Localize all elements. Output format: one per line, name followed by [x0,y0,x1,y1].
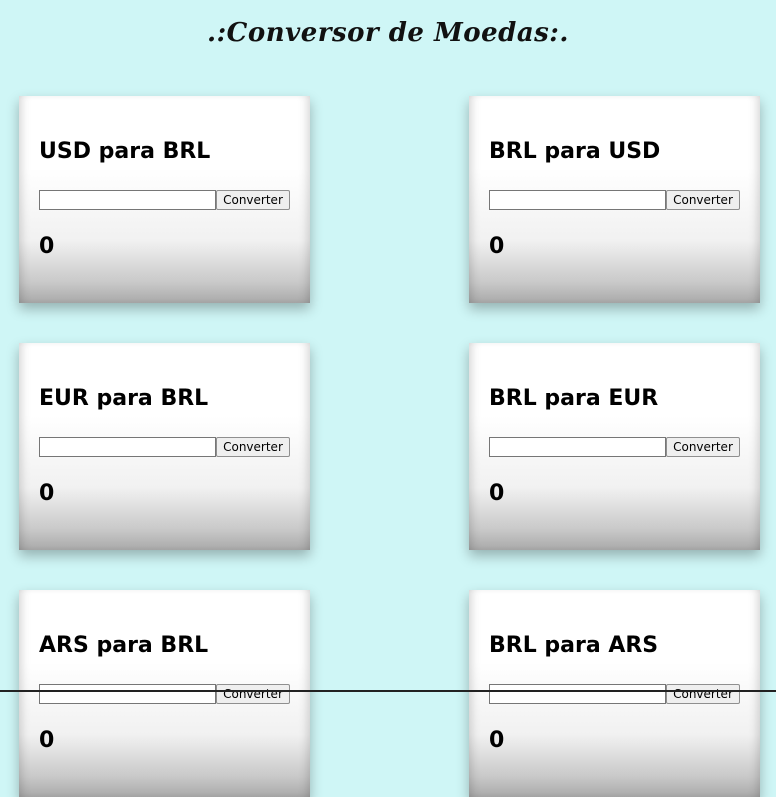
convert-button[interactable]: Converter [666,684,740,704]
converter-card-brl-ars: BRL para ARS Converter 0 [469,590,760,797]
converter-card-eur-brl: EUR para BRL Converter 0 [19,343,310,550]
conversion-result: 0 [489,234,505,259]
card-title: ARS para BRL [39,633,209,658]
conversion-result: 0 [39,481,55,506]
amount-input[interactable] [39,190,216,210]
amount-input[interactable] [489,684,666,704]
amount-input[interactable] [39,437,216,457]
amount-input[interactable] [489,190,666,210]
conversion-result: 0 [489,481,505,506]
convert-button[interactable]: Converter [216,190,290,210]
conversion-result: 0 [39,728,55,753]
converter-card-usd-brl: USD para BRL Converter 0 [19,96,310,303]
converter-card-brl-usd: BRL para USD Converter 0 [469,96,760,303]
card-title: EUR para BRL [39,386,209,411]
converter-card-ars-brl: ARS para BRL Converter 0 [19,590,310,797]
conversion-result: 0 [489,728,505,753]
amount-input[interactable] [39,684,216,704]
converter-card-brl-eur: BRL para EUR Converter 0 [469,343,760,550]
amount-input[interactable] [489,437,666,457]
convert-button[interactable]: Converter [666,437,740,457]
conversion-result: 0 [39,234,55,259]
card-title: BRL para USD [489,139,661,164]
convert-button[interactable]: Converter [666,190,740,210]
card-title: BRL para EUR [489,386,659,411]
card-title: USD para BRL [39,139,211,164]
card-title: BRL para ARS [489,633,659,658]
convert-button[interactable]: Converter [216,437,290,457]
page-title: .:Conversor de Moedas:. [207,18,569,48]
convert-button[interactable]: Converter [216,684,290,704]
